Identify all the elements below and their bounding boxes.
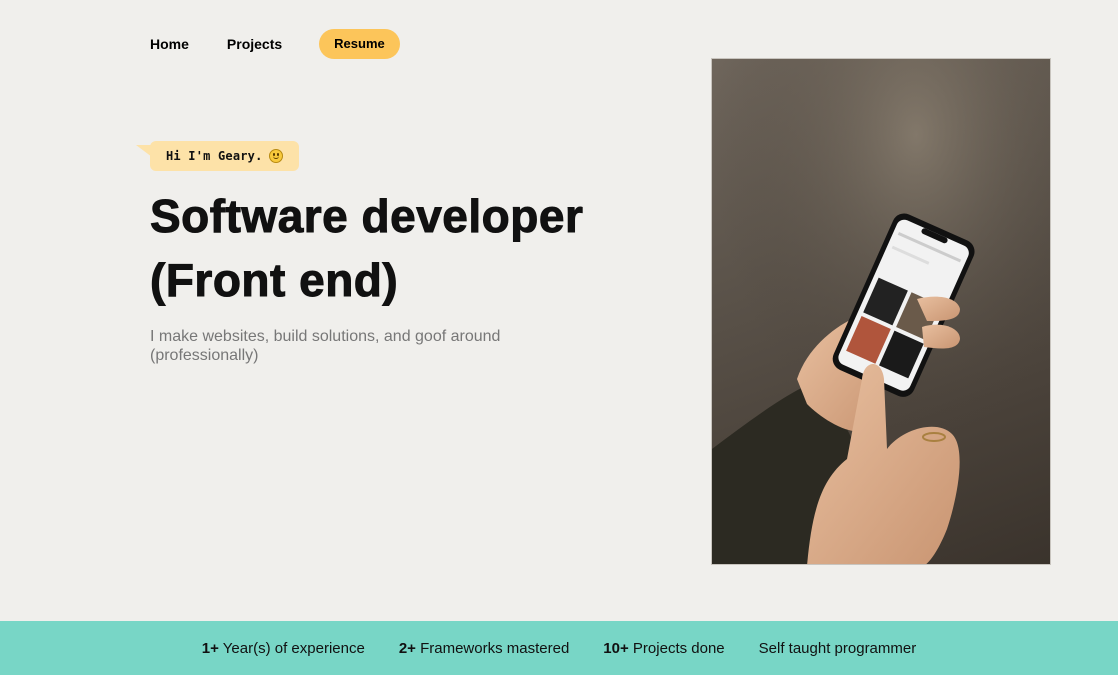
hero-subtitle: I make websites, build solutions, and go… xyxy=(150,328,501,364)
nav-projects-link[interactable]: Projects xyxy=(227,36,282,52)
stat-value: 1+ xyxy=(201,639,219,657)
stat-value: 10+ xyxy=(603,639,629,657)
smile-emoji-icon xyxy=(268,149,283,163)
nav-home-link[interactable]: Home xyxy=(150,36,189,52)
stat-value: 2+ xyxy=(398,639,416,657)
stat-label: Self taught programmer xyxy=(758,639,917,657)
title-line-2: (Front end) xyxy=(149,254,399,307)
resume-button[interactable]: Resume xyxy=(319,29,400,59)
hero-photo xyxy=(711,58,1051,565)
stat-label: Frameworks mastered xyxy=(420,639,570,657)
greeting-bubble: Hi I'm Geary. xyxy=(150,141,299,171)
stat-self-taught: Self taught programmer xyxy=(759,640,917,657)
stat-label: Year(s) of experience xyxy=(222,639,365,657)
main-nav: Home Projects Resume xyxy=(150,29,400,59)
page-title: Software developer (Front end) xyxy=(149,184,690,312)
greeting-text: Hi I'm Geary. xyxy=(166,149,263,163)
stat-label: Projects done xyxy=(632,639,725,657)
stats-bar: 1+ Year(s) of experience 2+ Frameworks m… xyxy=(0,621,1118,675)
title-line-1: Software developer xyxy=(149,190,584,243)
stat-experience: 1+ Year(s) of experience xyxy=(202,640,365,657)
phone-in-hand-illustration xyxy=(712,59,1050,564)
stat-projects: 10+ Projects done xyxy=(603,640,724,657)
stat-frameworks: 2+ Frameworks mastered xyxy=(399,640,569,657)
